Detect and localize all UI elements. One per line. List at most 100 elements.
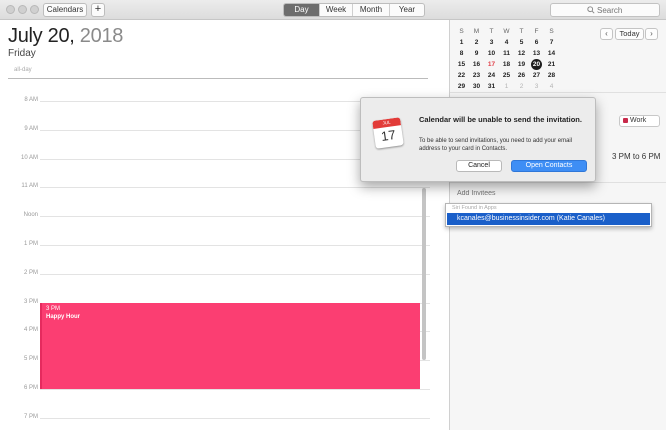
event-title: Happy Hour — [46, 314, 81, 320]
zoom-window-button[interactable] — [30, 5, 39, 14]
mini-calendar-day[interactable]: 6 — [529, 37, 544, 48]
hour-label: 2 PM — [23, 269, 38, 276]
invitee-suggestions: Siri Found in Apps kcanales@businessinsi… — [445, 203, 652, 227]
mini-calendar-day[interactable]: 9 — [469, 48, 484, 59]
hour-row[interactable]: 11 AM — [0, 183, 430, 189]
tab-week[interactable]: Week — [320, 4, 353, 16]
mini-calendar-day[interactable]: 30 — [469, 81, 484, 92]
mini-calendar-week: 8 9 10 11 12 13 14 — [454, 48, 564, 59]
mini-calendar-day[interactable]: 16 — [469, 59, 484, 70]
inspector-divider — [450, 92, 666, 93]
weekday-label: Friday — [8, 48, 36, 59]
page-title: July 20, 2018 — [8, 25, 123, 48]
tab-month[interactable]: Month — [353, 4, 390, 16]
tab-day[interactable]: Day — [284, 4, 320, 16]
hour-label: Noon — [23, 212, 38, 219]
mini-calendar-day[interactable]: 31 — [484, 81, 499, 92]
mini-calendar-day[interactable]: 7 — [544, 37, 559, 48]
hour-line — [40, 273, 430, 275]
mini-calendar-day[interactable]: 3 — [484, 37, 499, 48]
minimize-window-button[interactable] — [18, 5, 27, 14]
mini-calendar-day[interactable]: 2 — [469, 37, 484, 48]
mini-calendar-day[interactable]: 4 — [499, 37, 514, 48]
suggestion-item[interactable]: kcanales@businessinsider.com (Katie Cana… — [447, 213, 650, 225]
mini-calendar-day[interactable]: 22 — [454, 70, 469, 81]
mini-calendar-day[interactable]: 27 — [529, 70, 544, 81]
suggestions-header: Siri Found in Apps — [452, 205, 497, 211]
calendar-color-dot — [623, 117, 628, 123]
search-icon — [587, 6, 595, 14]
weekday-header: S — [549, 28, 554, 35]
mini-calendar-week: 1234567 — [454, 37, 564, 48]
mini-calendar-day[interactable]: 1 — [499, 81, 514, 92]
mini-calendar-day[interactable]: 26 — [514, 70, 529, 81]
view-switcher: Day Week Month Year — [283, 3, 425, 17]
scrollbar[interactable] — [422, 188, 426, 360]
next-day-button[interactable]: › — [645, 28, 658, 40]
mini-calendar-day[interactable]: 12 — [514, 48, 529, 59]
mini-calendar-week: 29 30 31 1 2 3 4 — [454, 81, 564, 92]
hour-line — [40, 187, 430, 189]
mini-calendar: S M T W T F S 1 2 3 4 5 6 7 8 9 10 11 12 13 14 15 16 17 18 19 20 21… — [454, 26, 564, 92]
mini-calendar-day[interactable]: 4 — [544, 81, 559, 92]
event-block[interactable]: 3 PM Happy Hour — [40, 303, 420, 389]
cancel-button[interactable]: Cancel — [456, 160, 502, 172]
mini-calendar-day[interactable]: 21 — [544, 59, 559, 70]
hour-row[interactable]: 2 PM — [0, 270, 430, 276]
hour-label: 7 PM — [23, 413, 38, 420]
mini-calendar-day[interactable]: 17 — [484, 59, 499, 70]
search-input[interactable] — [597, 5, 655, 16]
hour-row[interactable]: 6 PM — [0, 385, 430, 391]
mini-calendar-day[interactable]: 15 — [454, 59, 469, 70]
mini-calendar-day[interactable]: 25 — [499, 70, 514, 81]
mini-calendar-day[interactable]: 19 — [514, 59, 529, 70]
hour-label: 6 PM — [23, 385, 38, 391]
search-field[interactable] — [550, 3, 660, 17]
add-event-button[interactable]: + — [91, 3, 105, 17]
weekday-header: F — [534, 28, 539, 35]
mini-calendar-day[interactable]: 13 — [529, 48, 544, 59]
mini-calendar-day[interactable]: 23 — [469, 70, 484, 81]
mini-calendar-day[interactable]: 29 — [454, 81, 469, 92]
event-time: 3 PM — [46, 306, 61, 312]
mini-calendar-day[interactable]: 18 — [499, 59, 514, 70]
close-window-button[interactable] — [6, 5, 15, 14]
hour-row[interactable]: 1 PM — [0, 241, 430, 247]
hour-label: 10 AM — [20, 154, 38, 161]
weekday-header: S — [459, 28, 464, 35]
mini-calendar-day[interactable]: 5 — [514, 37, 529, 48]
hour-row[interactable]: Noon — [0, 212, 430, 218]
mini-calendar-day[interactable]: 1 — [454, 37, 469, 48]
calendars-button[interactable]: Calendars — [43, 3, 87, 17]
today-button[interactable]: Today — [615, 28, 644, 40]
hour-label: 9 AM — [24, 125, 38, 132]
mini-calendar-day[interactable]: 24 — [484, 70, 499, 81]
year-label: 2018 — [79, 25, 124, 47]
icon-day: 17 — [380, 127, 397, 144]
add-invitees-field[interactable] — [457, 190, 547, 197]
mini-calendar-day[interactable]: 8 — [454, 48, 469, 59]
open-contacts-button[interactable]: Open Contacts — [511, 160, 587, 172]
mini-calendar-day[interactable]: 10 — [484, 48, 499, 59]
mini-calendar-day[interactable]: 20 — [531, 59, 542, 70]
hour-label: 4 PM — [23, 327, 38, 334]
previous-day-button[interactable]: ‹ — [600, 28, 613, 40]
mini-calendar-day[interactable]: 14 — [544, 48, 559, 59]
calendar-picker[interactable]: Work — [619, 115, 660, 127]
all-day-divider — [8, 78, 428, 79]
mini-calendar-day[interactable]: 3 — [529, 81, 544, 92]
calendar-app-icon: JUL 17 — [372, 117, 404, 149]
hour-label: 3 PM — [23, 298, 38, 305]
weekday-header: T — [519, 28, 524, 35]
mini-calendar-day[interactable]: 28 — [544, 70, 559, 81]
mini-calendar-day[interactable]: 11 — [499, 48, 514, 59]
tab-year[interactable]: Year — [390, 4, 424, 16]
hour-line — [40, 216, 430, 218]
dialog-message: To be able to send invitations, you need… — [419, 138, 573, 152]
hour-label: 11 AM — [21, 183, 38, 190]
event-time-range[interactable]: 3 PM to 6 PM — [612, 152, 660, 161]
inspector-divider — [450, 182, 666, 183]
weekday-header: W — [503, 28, 510, 35]
hour-row[interactable]: 7 PM — [0, 414, 430, 420]
mini-calendar-day[interactable]: 2 — [514, 81, 529, 92]
